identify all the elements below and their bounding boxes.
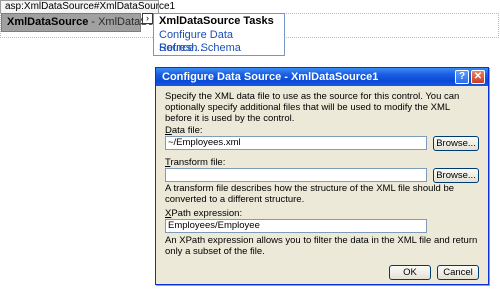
ok-button[interactable]: OK — [389, 265, 431, 280]
tasks-panel-title: XmlDataSource Tasks — [154, 14, 284, 29]
configure-data-source-link[interactable]: Configure Data Source... — [154, 29, 284, 54]
transform-file-input[interactable] — [165, 168, 427, 182]
control-tag-label: asp:XmlDataSource#XmlDataSource1 — [0, 0, 175, 13]
data-file-mnemonic: D — [165, 125, 172, 136]
data-file-label-rest: ata file: — [171, 125, 203, 136]
transform-file-label-rest: ransform file: — [170, 157, 226, 168]
data-file-browse-button[interactable]: Browse... — [433, 136, 479, 151]
transform-file-label: Transform file: — [165, 157, 225, 168]
dialog-description: Specify the XML data file to use as the … — [165, 91, 460, 124]
dialog-title: Configure Data Source - XmlDataSource1 — [162, 71, 379, 83]
help-icon[interactable]: ? — [455, 70, 469, 84]
xml-data-source-control[interactable]: XmlDataSource - XmlDataSource1 — [1, 13, 181, 32]
data-file-label: Data file: — [165, 125, 203, 136]
dialog-body: Specify the XML data file to use as the … — [165, 91, 479, 280]
data-file-input[interactable]: ~/Employees.xml — [165, 136, 427, 150]
xpath-label-rest: Path expression: — [171, 208, 243, 219]
dialog-titlebar[interactable]: Configure Data Source - XmlDataSource1 — [156, 68, 488, 86]
configure-data-source-dialog: Configure Data Source - XmlDataSource1 ?… — [155, 67, 489, 285]
tasks-panel: XmlDataSource Tasks Configure Data Sourc… — [153, 13, 285, 56]
transform-file-note: A transform file describes how the struc… — [165, 183, 455, 205]
transform-file-browse-button[interactable]: Browse... — [433, 168, 479, 183]
xpath-expression-input[interactable]: Employees/Employee — [165, 219, 427, 233]
control-type-label: XmlDataSource — [7, 16, 89, 28]
xpath-label: XPath expression: — [165, 208, 242, 219]
smart-tag-chevron-icon[interactable]: › — [142, 13, 153, 24]
control-separator: - — [88, 16, 99, 28]
close-icon[interactable]: ✕ — [471, 70, 485, 84]
xpath-note: An XPath expression allows you to filter… — [165, 235, 478, 257]
cancel-button[interactable]: Cancel — [437, 265, 479, 280]
refresh-schema-link[interactable]: Refresh Schema — [154, 42, 284, 55]
